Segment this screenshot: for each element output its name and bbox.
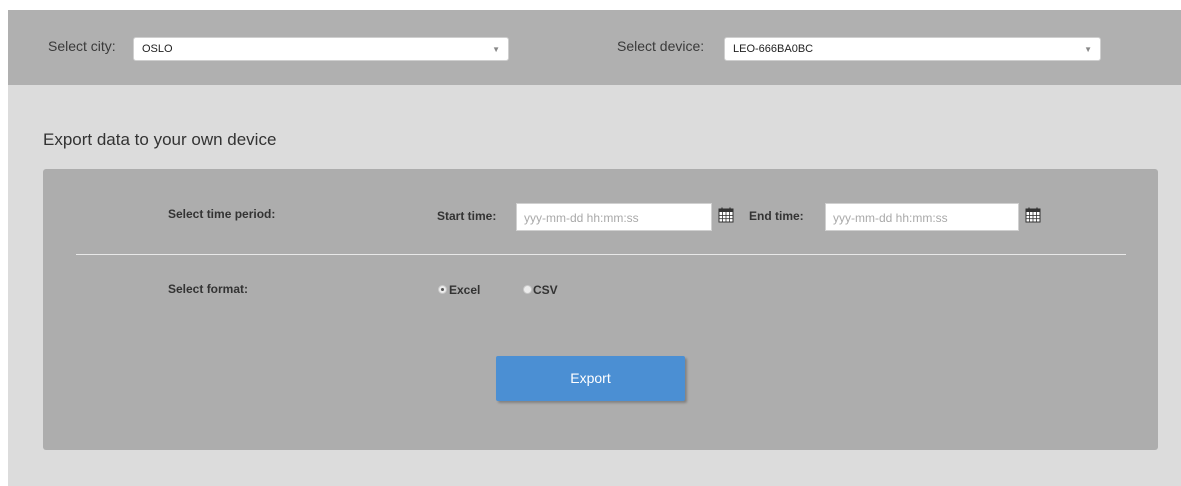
top-bar: Select city: OSLO ▼ Select device: LEO-6…: [8, 10, 1181, 85]
end-time-label: End time:: [749, 209, 804, 223]
start-time-placeholder: yyy-mm-dd hh:mm:ss: [524, 211, 639, 225]
device-label: Select device:: [617, 38, 705, 54]
main-content: Export data to your own device Select ti…: [8, 85, 1181, 486]
radio-excel-label[interactable]: Excel: [449, 283, 480, 297]
divider: [76, 254, 1126, 255]
city-select[interactable]: OSLO ▼: [133, 37, 509, 61]
calendar-icon[interactable]: [718, 207, 734, 223]
city-select-value: OSLO: [142, 43, 173, 55]
radio-csv[interactable]: [523, 285, 532, 294]
radio-csv-label[interactable]: CSV: [533, 283, 558, 297]
export-button[interactable]: Export: [496, 356, 685, 401]
chevron-down-icon: ▼: [1084, 45, 1092, 54]
section-title: Export data to your own device: [43, 130, 277, 149]
end-time-placeholder: yyy-mm-dd hh:mm:ss: [833, 211, 948, 225]
city-label: Select city:: [48, 38, 116, 54]
end-time-input[interactable]: yyy-mm-dd hh:mm:ss: [825, 203, 1019, 231]
calendar-icon[interactable]: [1025, 207, 1041, 223]
chevron-down-icon: ▼: [492, 45, 500, 54]
start-time-label: Start time:: [437, 209, 497, 223]
device-select-value: LEO-666BA0BC: [733, 43, 814, 55]
start-time-input[interactable]: yyy-mm-dd hh:mm:ss: [516, 203, 712, 231]
radio-excel[interactable]: [438, 285, 447, 294]
export-panel: Select time period: Start time: yyy-mm-d…: [43, 169, 1158, 450]
time-period-label: Select time period:: [168, 207, 276, 221]
device-select[interactable]: LEO-666BA0BC ▼: [724, 37, 1101, 61]
format-label: Select format:: [168, 282, 249, 296]
